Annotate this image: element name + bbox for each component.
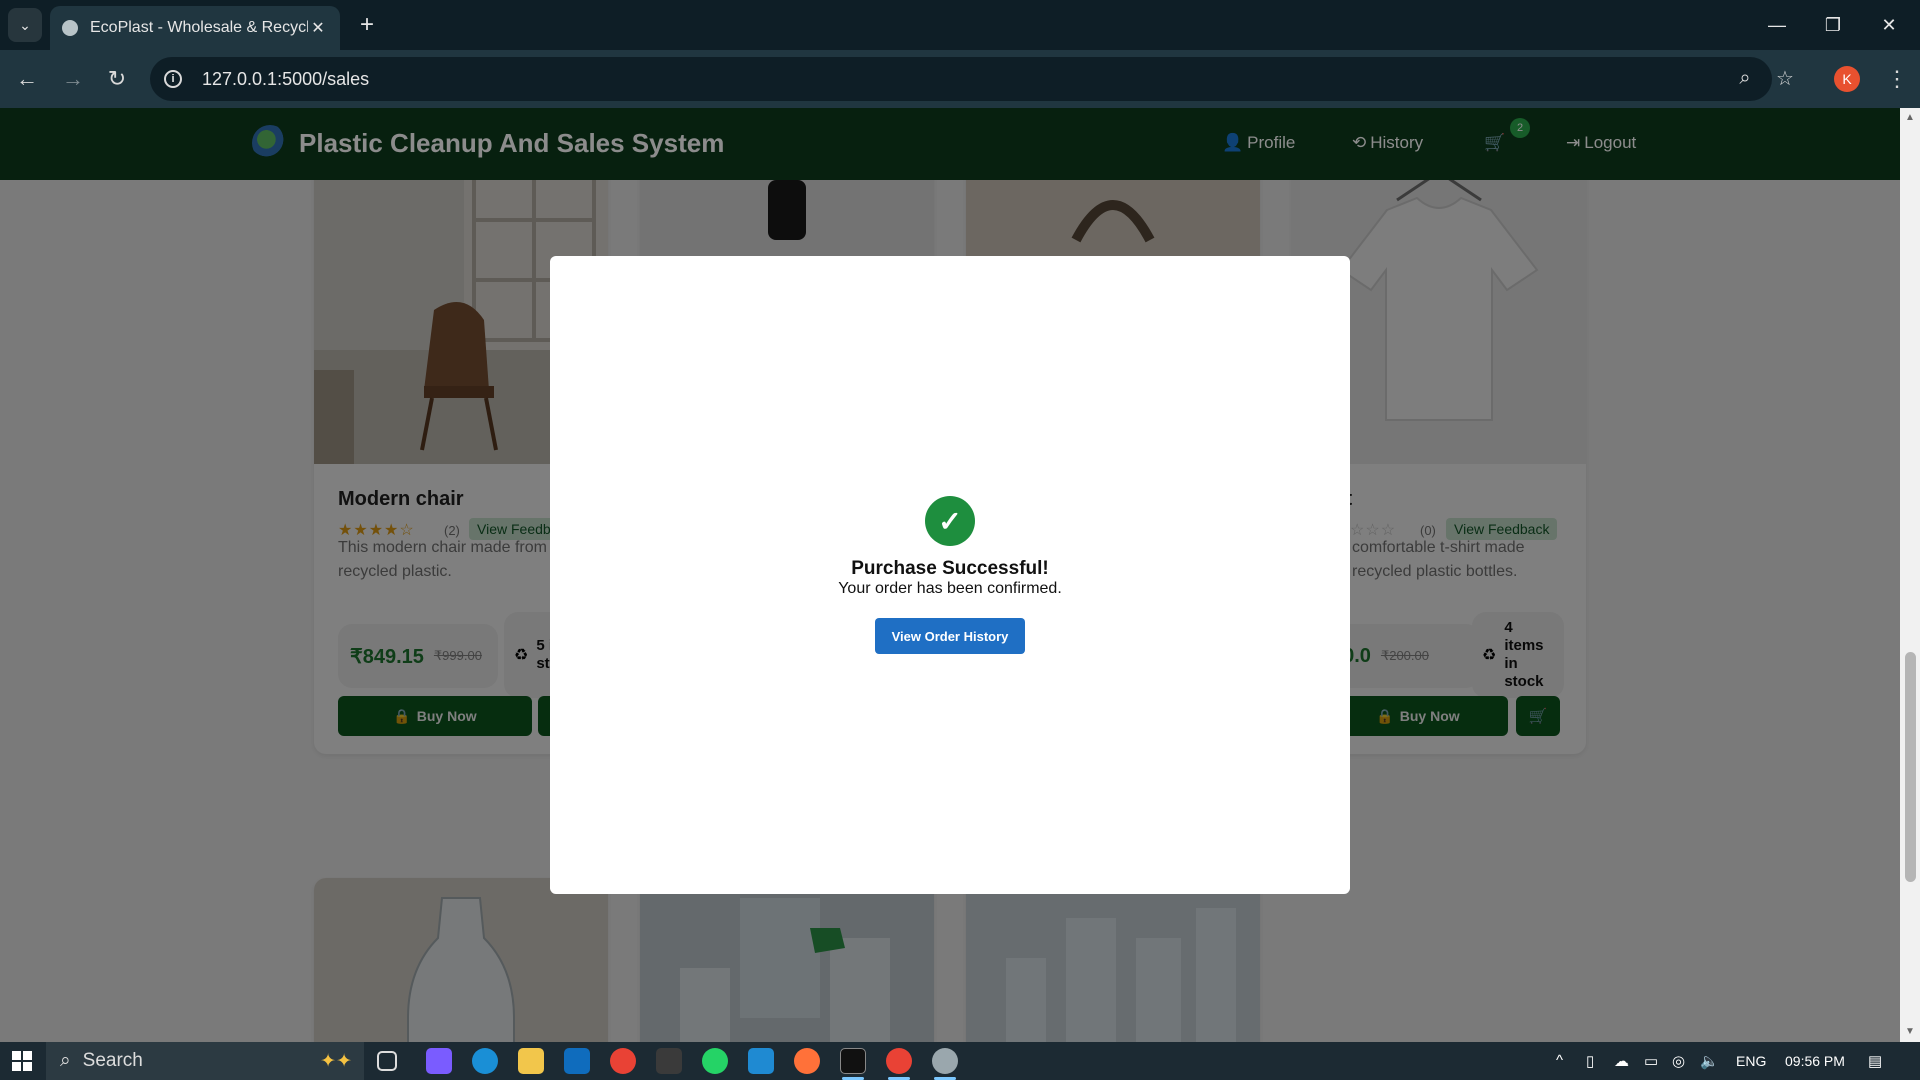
chrome-icon[interactable]: [610, 1048, 636, 1074]
page-viewport: Modern chair ★★★★☆ (2) View Feedb This m…: [0, 108, 1900, 1042]
browser-address-bar: ← → ↻ i 127.0.0.1:5000/sales ⌕ ☆: [0, 50, 1920, 108]
network-globe-icon[interactable]: ◎: [1672, 1052, 1685, 1070]
browser-menu-icon[interactable]: ⋮: [1880, 62, 1914, 96]
modal-title: Purchase Successful!: [851, 558, 1049, 579]
reload-icon[interactable]: ↻: [100, 62, 134, 96]
site-title: Plastic Cleanup And Sales System: [299, 128, 725, 158]
clock[interactable]: 09:56 PM: [1785, 1053, 1845, 1069]
notification-icon[interactable]: ▤: [1868, 1052, 1882, 1070]
store-icon[interactable]: [656, 1048, 682, 1074]
url-field[interactable]: i 127.0.0.1:5000/sales: [150, 57, 1772, 101]
cart-count-badge: 2: [1510, 118, 1530, 138]
forward-arrow-icon[interactable]: →: [56, 62, 90, 96]
purchase-success-modal: ✓ Purchase Successful! Your order has be…: [550, 256, 1350, 894]
site-info-icon[interactable]: i: [164, 70, 182, 88]
minimize-icon[interactable]: —: [1760, 8, 1794, 42]
cart-icon: 🛒: [1484, 133, 1506, 152]
battery-icon[interactable]: ▭: [1644, 1052, 1658, 1070]
tray-device-icon[interactable]: ▯: [1586, 1052, 1594, 1070]
close-icon[interactable]: ✕: [308, 18, 328, 38]
onedrive-icon[interactable]: ☁: [1614, 1052, 1629, 1070]
nav-profile-label: Profile: [1247, 133, 1296, 152]
restore-icon[interactable]: ❐: [1816, 8, 1850, 42]
vscode-icon[interactable]: [748, 1048, 774, 1074]
nav-profile-link[interactable]: 👤 Profile: [1222, 133, 1295, 153]
logout-icon: ⇥: [1566, 133, 1581, 152]
scroll-up-icon[interactable]: ▲: [1904, 112, 1916, 124]
recycle-logo-icon: [252, 125, 288, 161]
bookmark-star-icon[interactable]: ☆: [1768, 61, 1802, 95]
tab-title: EcoPlast - Wholesale & Recycle: [90, 19, 308, 36]
nav-logout-link[interactable]: ⇥ Logout: [1566, 133, 1636, 153]
profile-avatar[interactable]: K: [1834, 66, 1860, 92]
scroll-down-icon[interactable]: ▼: [1904, 1026, 1916, 1038]
app-icon[interactable]: [932, 1048, 958, 1074]
globe-icon: [62, 20, 78, 36]
page-scrollbar[interactable]: ▲ ▼: [1900, 108, 1920, 1042]
sparkle-icon: ✦✦: [320, 1050, 352, 1072]
os-taskbar: ⌕ Search ✦✦ ^ ▯ ☁ ▭ ◎ 🔈 ENG 09:56 PM ▤: [0, 1042, 1920, 1080]
edge-icon[interactable]: [472, 1048, 498, 1074]
nav-history-link[interactable]: ⟲ History: [1352, 133, 1423, 153]
copilot-icon[interactable]: [426, 1048, 452, 1074]
whatsapp-icon[interactable]: [702, 1048, 728, 1074]
window-close-icon[interactable]: ✕: [1872, 8, 1906, 42]
windows-start-icon[interactable]: [12, 1051, 32, 1071]
back-arrow-icon[interactable]: ←: [10, 62, 44, 96]
browser-tab-active[interactable]: EcoPlast - Wholesale & Recycle ✕: [50, 6, 340, 50]
history-icon: ⟲: [1352, 133, 1367, 152]
user-icon: 👤: [1222, 133, 1244, 152]
scroll-thumb[interactable]: [1905, 652, 1916, 882]
new-tab-plus-icon[interactable]: +: [352, 10, 382, 40]
browser-tab-bar: ⌄ EcoPlast - Wholesale & Recycle ✕ + — ❐…: [0, 0, 1920, 50]
taskbar-search-placeholder: Search: [82, 1050, 143, 1071]
nav-logout-label: Logout: [1584, 133, 1637, 152]
tray-chevron-icon[interactable]: ^: [1556, 1052, 1563, 1069]
volume-icon[interactable]: 🔈: [1700, 1052, 1719, 1070]
task-view-icon[interactable]: [377, 1051, 397, 1071]
modal-message: Your order has been confirmed.: [838, 580, 1062, 597]
firefox-icon[interactable]: [794, 1048, 820, 1074]
view-order-history-button[interactable]: View Order History: [875, 618, 1025, 654]
checkmark-icon: ✓: [925, 496, 975, 546]
chrome-active-icon[interactable]: [886, 1048, 912, 1074]
search-icon: ⌕: [60, 1050, 71, 1071]
tab-search-chevron-icon[interactable]: ⌄: [8, 8, 42, 42]
outlook-icon[interactable]: [564, 1048, 590, 1074]
terminal-icon[interactable]: [840, 1048, 866, 1074]
taskbar-search[interactable]: ⌕ Search ✦✦: [46, 1042, 364, 1080]
language-indicator[interactable]: ENG: [1736, 1053, 1766, 1069]
nav-cart-link[interactable]: 🛒: [1484, 133, 1505, 153]
zoom-icon[interactable]: ⌕: [1728, 61, 1762, 95]
nav-history-label: History: [1370, 133, 1424, 152]
file-explorer-icon[interactable]: [518, 1048, 544, 1074]
site-header: Plastic Cleanup And Sales System 👤 Profi…: [0, 108, 1900, 180]
url-text: 127.0.0.1:5000/sales: [202, 68, 370, 89]
